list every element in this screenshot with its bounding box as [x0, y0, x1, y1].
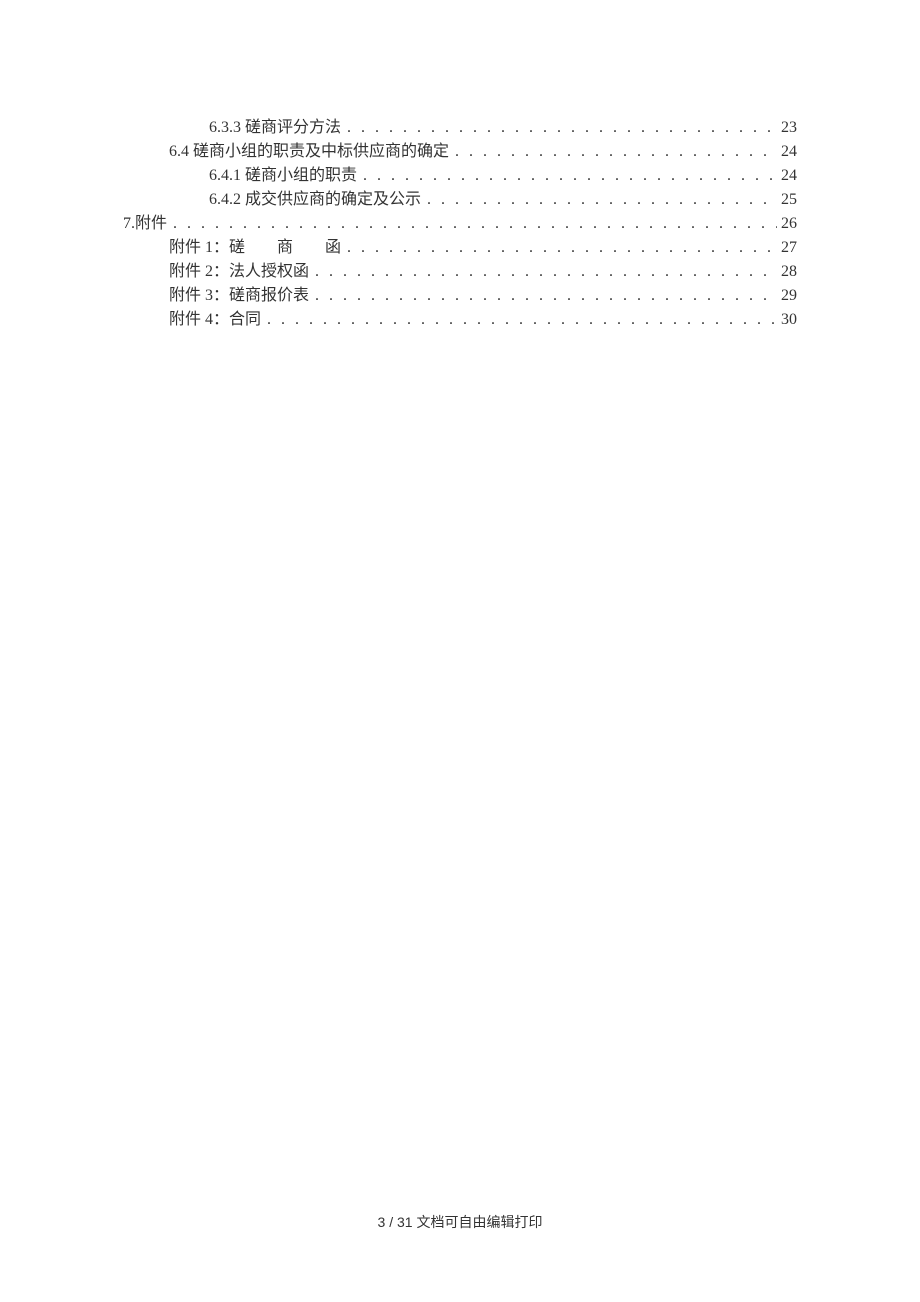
- toc-leader-dots: [449, 143, 777, 161]
- toc-entry: 附件 2：法人授权函 28: [123, 257, 797, 281]
- toc-leader-dots: [341, 119, 777, 137]
- toc-entry-page: 27: [777, 239, 797, 257]
- toc-entry-text: 附件 4：合同: [169, 305, 261, 329]
- toc-entry-page: 24: [777, 143, 797, 161]
- toc-leader-dots: [261, 311, 777, 329]
- toc-leader-dots: [341, 239, 777, 257]
- toc-entry: 6.3.3 磋商评分方法 23: [123, 113, 797, 137]
- toc-leader-dots: [421, 191, 777, 209]
- toc-entry: 7.附件 26: [123, 209, 797, 233]
- toc-entry: 附件 1：磋 商 函 27: [123, 233, 797, 257]
- toc-entry-page: 30: [777, 311, 797, 329]
- footer-text: 3 / 31 文档可自由编辑打印: [378, 1214, 543, 1230]
- toc-entry-page: 23: [777, 119, 797, 137]
- toc-entry-text: 7.附件: [123, 209, 167, 233]
- toc-entry-text: 6.4.1 磋商小组的职责: [209, 161, 357, 185]
- toc-entry-page: 29: [777, 287, 797, 305]
- document-page: 6.3.3 磋商评分方法 23 6.4 磋商小组的职责及中标供应商的确定 24 …: [0, 0, 920, 1302]
- toc-entry-page: 28: [777, 263, 797, 281]
- toc-entry: 附件 4：合同 30: [123, 305, 797, 329]
- toc-entry-page: 25: [777, 191, 797, 209]
- toc-leader-dots: [309, 263, 777, 281]
- page-footer: 3 / 31 文档可自由编辑打印: [0, 1212, 920, 1232]
- toc-entry-text: 附件 3：磋商报价表: [169, 281, 309, 305]
- toc-entry: 附件 3：磋商报价表 29: [123, 281, 797, 305]
- toc-entry: 6.4 磋商小组的职责及中标供应商的确定 24: [123, 137, 797, 161]
- toc-entry: 6.4.1 磋商小组的职责 24: [123, 161, 797, 185]
- toc-leader-dots: [357, 167, 777, 185]
- toc-container: 6.3.3 磋商评分方法 23 6.4 磋商小组的职责及中标供应商的确定 24 …: [123, 113, 797, 329]
- toc-entry-text: 6.4.2 成交供应商的确定及公示: [209, 185, 421, 209]
- toc-entry-text: 6.3.3 磋商评分方法: [209, 113, 341, 137]
- toc-leader-dots: [167, 215, 777, 233]
- toc-entry-text: 附件 2：法人授权函: [169, 257, 309, 281]
- toc-leader-dots: [309, 287, 777, 305]
- toc-entry-text: 6.4 磋商小组的职责及中标供应商的确定: [169, 137, 449, 161]
- toc-entry-page: 26: [777, 215, 797, 233]
- toc-entry: 6.4.2 成交供应商的确定及公示 25: [123, 185, 797, 209]
- toc-entry-text: 附件 1：磋 商 函: [169, 233, 341, 257]
- toc-entry-page: 24: [777, 167, 797, 185]
